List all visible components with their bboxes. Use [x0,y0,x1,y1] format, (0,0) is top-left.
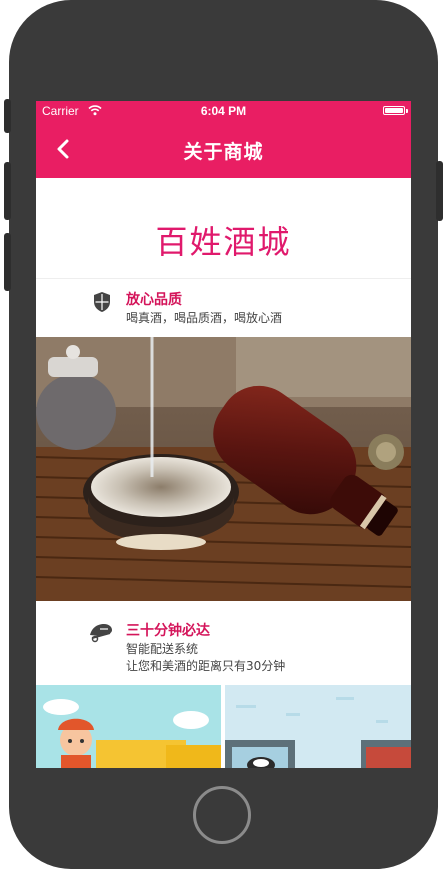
power-button [436,161,443,221]
page-title: 关于商城 [183,141,264,163]
feature-subtitle: 智能配送系统 [126,642,199,656]
delivery-illustrations [36,685,411,768]
delivery-icon [90,624,112,643]
battery-icon [383,106,405,115]
home-button[interactable] [193,786,251,844]
feature-quality: 放心品质 喝真酒，喝品质酒，喝放心酒 [36,279,411,337]
feature-subtitle: 喝真酒，喝品质酒，喝放心酒 [126,311,283,325]
status-time: 6:04 PM [200,104,247,118]
mute-switch [4,99,11,133]
brand-title: 百姓酒城 [155,223,292,261]
app-screen: Carrier 6:04 PM 关于商城 百姓酒城 放心品质 喝真酒，喝品质酒，… [36,101,411,768]
volume-down-button [4,233,11,291]
status-bar: Carrier 6:04 PM [36,101,411,121]
feature-subtitle: 让您和美酒的距离只有30分钟 [126,659,286,673]
feature-delivery: 三十分钟必达 智能配送系统 让您和美酒的距离只有30分钟 [36,601,411,685]
app-header: Carrier 6:04 PM 关于商城 [36,101,411,178]
shield-icon [94,292,110,312]
product-photo [36,337,411,601]
feature-title: 三十分钟必达 [126,623,210,639]
battery-tip [406,109,408,113]
feature-title: 放心品质 [126,292,182,308]
volume-up-button [4,162,11,220]
